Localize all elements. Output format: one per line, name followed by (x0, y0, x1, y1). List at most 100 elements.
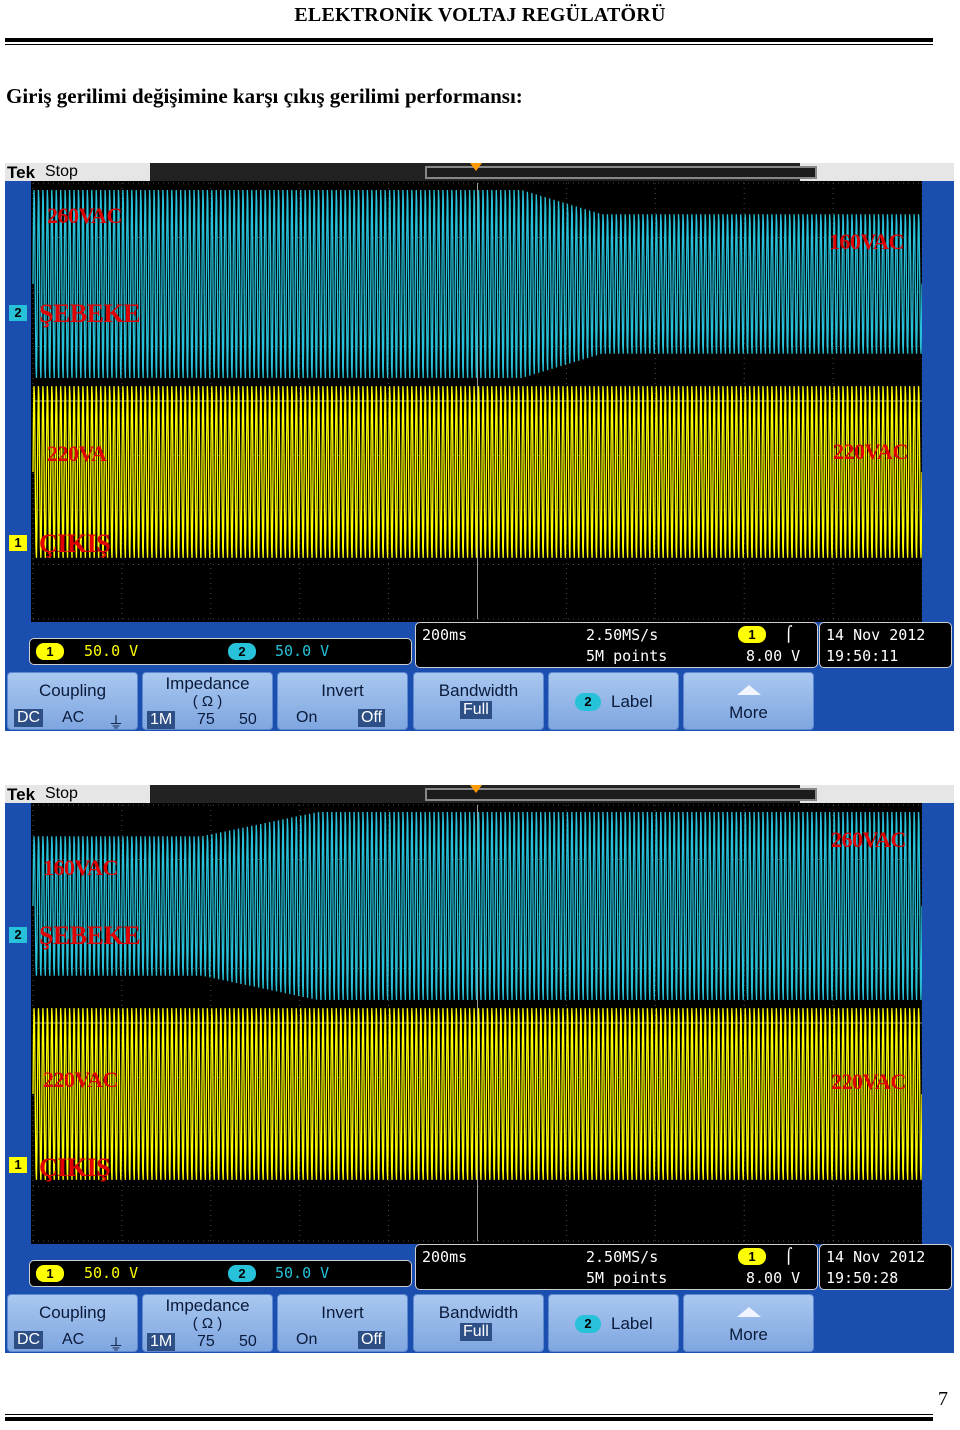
vertical-scale-readout: 1 50.0 V 2 50.0 V (29, 1260, 412, 1287)
oscilloscope-screenshot-1: Tek Stop 2 1 260VAC 160VAC ŞEBEKE 220VA … (5, 163, 954, 731)
trigger-position-marker (470, 785, 482, 793)
sample-rate: 2.50MS/s (586, 626, 659, 644)
sample-rate: 2.50MS/s (586, 1248, 659, 1266)
invert-on-option[interactable]: On (296, 709, 317, 727)
datetime-readout: 14 Nov 2012 19:50:28 (819, 1244, 952, 1290)
right-frame-strip (922, 803, 954, 1244)
label-channel-badge: 2 (575, 693, 601, 711)
time-per-div: 200ms (422, 626, 468, 644)
trigger-level: 8.00 V (746, 647, 801, 665)
timebase-readout: 200ms 2.50MS/s 5M points 1 ⌠ 8.00 V (415, 1244, 818, 1290)
datetime-readout: 14 Nov 2012 19:50:11 (819, 622, 952, 668)
footer-rule (5, 1414, 933, 1421)
left-channel-strip (5, 181, 31, 622)
acquisition-status: Stop (45, 163, 78, 180)
scope-display (5, 803, 954, 1244)
annotation-input-end-voltage: 260VAC (831, 827, 906, 852)
ch1-scale-value: 50.0 V (84, 1264, 139, 1282)
ch2-scale-value: 50.0 V (275, 642, 330, 660)
more-button[interactable]: More (683, 1294, 814, 1352)
ch2-scale-value: 50.0 V (275, 1264, 330, 1282)
label-button[interactable]: 2 Label (548, 1294, 679, 1352)
capture-time: 19:50:11 (826, 647, 899, 665)
ch2-scale-badge: 2 (228, 1265, 256, 1282)
annotation-input-label: ŞEBEKE (39, 299, 141, 328)
right-frame-strip (922, 181, 954, 622)
oscilloscope-screenshot-2: Tek Stop 2 1 160VAC 260VAC ŞEBEKE 220VAC… (5, 785, 954, 1353)
trigger-source-badge: 1 (738, 626, 766, 643)
annotation-output-label: ÇIKIŞ (39, 529, 111, 558)
record-window (425, 166, 817, 179)
annotation-output-label: ÇIKIŞ (39, 1153, 111, 1182)
timebase-readout: 200ms 2.50MS/s 5M points 1 ⌠ 8.00 V (415, 622, 818, 668)
more-button[interactable]: More (683, 672, 814, 730)
channel-2-waveform (32, 190, 923, 378)
scope-status-row: 1 50.0 V 2 50.0 V 200ms 2.50MS/s 5M poin… (5, 622, 954, 670)
invert-off-option[interactable]: Off (358, 709, 386, 727)
label-button[interactable]: 2 Label (548, 672, 679, 730)
ch2-scale-badge: 2 (228, 643, 256, 660)
scope-top-bar: Tek Stop (5, 785, 954, 804)
trigger-slope-icon: ⌠ (784, 625, 794, 643)
left-channel-strip (5, 803, 31, 1244)
capture-date: 14 Nov 2012 (826, 1248, 926, 1266)
capture-time: 19:50:28 (826, 1269, 899, 1287)
capture-date: 14 Nov 2012 (826, 626, 926, 644)
arrow-up-icon (736, 1307, 761, 1317)
annotation-output-start-voltage: 220VA (47, 441, 107, 466)
ch1-scale-badge: 1 (36, 1265, 64, 1282)
bandwidth-button[interactable]: Bandwidth Full (413, 1294, 544, 1352)
channel-1-waveform (32, 386, 923, 558)
ground-icon[interactable]: ⏚ (108, 1331, 124, 1353)
acquisition-status: Stop (45, 785, 78, 802)
channel-2-marker: 2 (9, 305, 27, 321)
impedance-1m-option[interactable]: 1M (147, 711, 176, 729)
waveform-canvas (32, 182, 923, 620)
label-channel-badge: 2 (575, 1315, 601, 1333)
impedance-50-option[interactable]: 50 (239, 1333, 257, 1351)
invert-button[interactable]: Invert On Off (277, 1294, 408, 1352)
coupling-button[interactable]: Coupling DC AC ⏚ (7, 1294, 138, 1353)
scope-top-bar: Tek Stop (5, 163, 954, 182)
invert-off-option[interactable]: Off (358, 1331, 386, 1349)
channel-2-waveform (32, 812, 923, 1000)
impedance-button[interactable]: Impedance ( Ω ) 1M 75 50 (142, 672, 273, 730)
record-length: 5M points (586, 647, 668, 665)
impedance-button[interactable]: Impedance ( Ω ) 1M 75 50 (142, 1294, 273, 1352)
label-text: Label (611, 1314, 653, 1333)
coupling-dc-option[interactable]: DC (14, 1331, 44, 1349)
time-per-div: 200ms (422, 1248, 468, 1266)
channel-2-marker: 2 (9, 927, 27, 943)
scope-menu-row: Coupling DC AC ⏚ Impedance ( Ω ) 1M 75 5… (5, 670, 954, 731)
impedance-75-option[interactable]: 75 (197, 711, 215, 729)
waveform-canvas (32, 804, 923, 1242)
annotation-input-label: ŞEBEKE (39, 921, 141, 950)
coupling-ac-option[interactable]: AC (62, 709, 84, 727)
coupling-dc-option[interactable]: DC (14, 709, 44, 727)
scope-status-row: 1 50.0 V 2 50.0 V 200ms 2.50MS/s 5M poin… (5, 1244, 954, 1292)
annotation-output-start-voltage: 220VAC (43, 1067, 118, 1092)
trigger-level: 8.00 V (746, 1269, 801, 1287)
section-title: Giriş gerilimi değişimine karşı çıkış ge… (6, 84, 523, 108)
annotation-output-end-voltage: 220VAC (833, 439, 908, 464)
impedance-50-option[interactable]: 50 (239, 711, 257, 729)
coupling-ac-option[interactable]: AC (62, 1331, 84, 1349)
impedance-1m-option[interactable]: 1M (147, 1333, 176, 1351)
ch1-scale-value: 50.0 V (84, 642, 139, 660)
arrow-up-icon (736, 685, 761, 695)
scope-menu-row: Coupling DC AC ⏚ Impedance ( Ω ) 1M 75 5… (5, 1292, 954, 1353)
ground-icon[interactable]: ⏚ (108, 709, 124, 731)
trigger-position-marker (470, 163, 482, 171)
vertical-scale-readout: 1 50.0 V 2 50.0 V (29, 638, 412, 665)
invert-on-option[interactable]: On (296, 1331, 317, 1349)
brand-logo: Tek (7, 785, 36, 804)
trigger-slope-icon: ⌠ (784, 1247, 794, 1265)
bandwidth-button[interactable]: Bandwidth Full (413, 672, 544, 730)
impedance-75-option[interactable]: 75 (197, 1333, 215, 1351)
page-number: 7 (938, 1388, 948, 1410)
invert-button[interactable]: Invert On Off (277, 672, 408, 730)
scope-display (5, 181, 954, 622)
channel-1-waveform (32, 1008, 923, 1180)
coupling-button[interactable]: Coupling DC AC ⏚ (7, 672, 138, 731)
ch1-scale-badge: 1 (36, 643, 64, 660)
